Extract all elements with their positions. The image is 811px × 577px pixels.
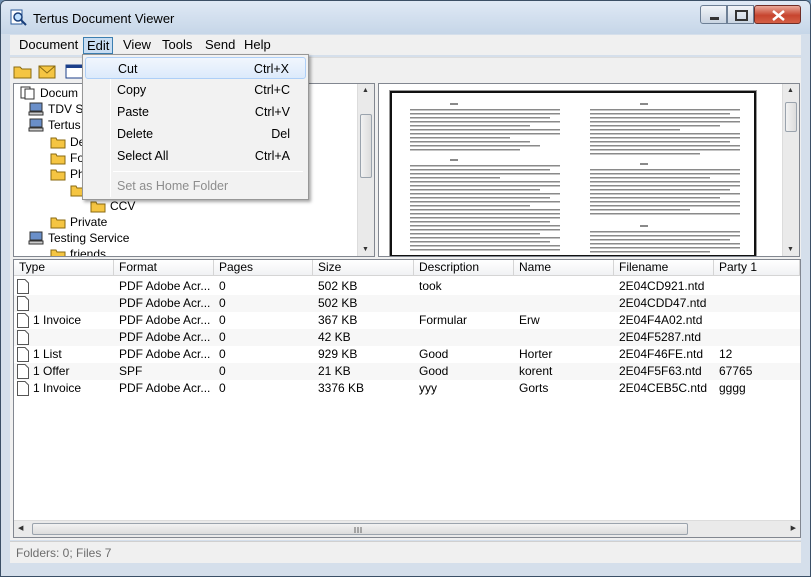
folder-icon xyxy=(50,137,66,149)
column-header-party1[interactable]: Party 1 xyxy=(714,260,800,276)
tree-item[interactable]: Private xyxy=(50,214,107,230)
tree-item[interactable]: De xyxy=(50,134,85,150)
tree-item[interactable]: TDV S xyxy=(28,101,83,117)
tree-item[interactable]: Docum xyxy=(20,85,78,101)
table-row[interactable]: 1 Invoice PDF Adobe Acr... 0 3376 KB yyy… xyxy=(14,380,800,397)
preview-scroll-thumb[interactable] xyxy=(785,102,797,132)
file-list-horizontal-scrollbar[interactable]: ◀ ▶ xyxy=(14,520,800,537)
folder-icon xyxy=(13,66,32,79)
scroll-right-icon[interactable]: ▶ xyxy=(791,524,796,532)
file-list-header: Type Format Pages Size Description Name … xyxy=(14,260,800,276)
file-list[interactable]: Type Format Pages Size Description Name … xyxy=(13,259,801,538)
tree-scroll-thumb[interactable] xyxy=(360,114,372,178)
title-bar[interactable]: Tertus Document Viewer xyxy=(1,1,810,34)
scroll-down-icon[interactable]: ▼ xyxy=(787,246,794,253)
tree-item[interactable]: Ph xyxy=(50,166,85,182)
folder-icon xyxy=(50,217,66,229)
folder-icon xyxy=(50,169,66,181)
minimize-button[interactable] xyxy=(700,5,727,24)
minimize-icon xyxy=(710,17,719,20)
tree-item[interactable]: Tertus xyxy=(28,117,81,133)
folder-icon xyxy=(50,153,66,165)
menu-help[interactable]: Help xyxy=(241,37,274,54)
tree-item[interactable]: CCV xyxy=(90,198,135,214)
scroll-up-icon[interactable]: ▲ xyxy=(787,87,794,94)
column-header-format[interactable]: Format xyxy=(114,260,214,276)
file-list-scroll-thumb[interactable] xyxy=(32,523,688,535)
menu-item-copy[interactable]: Copy Ctrl+C xyxy=(85,79,306,101)
envelope-icon xyxy=(38,65,56,79)
column-header-description[interactable]: Description xyxy=(414,260,514,276)
tree-item[interactable]: friends xyxy=(50,246,106,256)
menu-view[interactable]: View xyxy=(120,37,154,54)
menu-separator xyxy=(113,171,303,172)
app-window: Tertus Document Viewer Document Edit Vie… xyxy=(0,0,811,577)
maximize-icon xyxy=(735,10,748,21)
open-folder-button[interactable] xyxy=(12,61,34,81)
grip-icon xyxy=(354,527,362,533)
tree-vertical-scrollbar[interactable]: ▲ ▼ xyxy=(357,84,374,256)
document-stack-icon xyxy=(20,86,35,100)
table-row[interactable]: 1 Offer SPF 0 21 KB Good korent 2E04F5F6… xyxy=(14,363,800,380)
scroll-down-icon[interactable]: ▼ xyxy=(362,246,369,253)
preview-vertical-scrollbar[interactable]: ▲ ▼ xyxy=(782,84,799,256)
menu-send[interactable]: Send xyxy=(202,37,238,54)
edit-menu-dropdown: Cut Ctrl+X Copy Ctrl+C Paste Ctrl+V Dele… xyxy=(82,54,309,200)
document-page-thumbnail xyxy=(389,90,757,256)
column-header-pages[interactable]: Pages xyxy=(214,260,313,276)
folder-icon xyxy=(90,201,106,213)
status-bar: Folders: 0; Files 7 xyxy=(10,541,801,563)
close-button[interactable] xyxy=(754,5,801,24)
table-row[interactable]: 1 Invoice PDF Adobe Acr... 0 367 KB Form… xyxy=(14,312,800,329)
menu-item-select-all[interactable]: Select All Ctrl+A xyxy=(85,145,306,167)
menu-item-cut[interactable]: Cut Ctrl+X xyxy=(85,57,306,79)
table-row[interactable]: PDF Adobe Acr... 0 502 KB took 2E04CD921… xyxy=(14,278,800,295)
column-header-name[interactable]: Name xyxy=(514,260,614,276)
table-row[interactable]: 1 List PDF Adobe Acr... 0 929 KB Good Ho… xyxy=(14,346,800,363)
window-title: Tertus Document Viewer xyxy=(33,11,175,26)
menu-bar: Document Edit View Tools Send Help xyxy=(10,35,801,55)
menu-document[interactable]: Document xyxy=(16,37,81,54)
scroll-up-icon[interactable]: ▲ xyxy=(362,87,369,94)
menu-tools[interactable]: Tools xyxy=(159,37,195,54)
tree-item[interactable]: Testing Service xyxy=(28,230,129,246)
menu-edit[interactable]: Edit xyxy=(83,37,114,54)
menu-item-paste[interactable]: Paste Ctrl+V xyxy=(85,101,306,123)
column-header-size[interactable]: Size xyxy=(313,260,414,276)
maximize-button[interactable] xyxy=(727,5,754,24)
computer-icon xyxy=(28,231,44,245)
folder-icon xyxy=(50,249,66,256)
send-mail-button[interactable] xyxy=(36,61,58,81)
magnifier-document-icon xyxy=(10,9,27,26)
computer-icon xyxy=(28,118,44,132)
menu-item-delete[interactable]: Delete Del xyxy=(85,123,306,145)
menu-item-set-as-home-folder: Set as Home Folder xyxy=(117,179,229,193)
computer-icon xyxy=(28,102,44,116)
close-icon xyxy=(772,10,785,21)
column-header-filename[interactable]: Filename xyxy=(614,260,714,276)
document-text-lines xyxy=(410,103,740,253)
scroll-left-icon[interactable]: ◀ xyxy=(18,524,23,532)
table-row[interactable]: PDF Adobe Acr... 0 502 KB 2E04CDD47.ntd xyxy=(14,295,800,312)
document-preview[interactable]: ▲ ▼ xyxy=(378,83,800,257)
table-row[interactable]: PDF Adobe Acr... 0 42 KB 2E04F5287.ntd xyxy=(14,329,800,346)
status-text: Folders: 0; Files 7 xyxy=(16,546,112,560)
tree-item[interactable]: Fo xyxy=(50,150,84,166)
column-header-type[interactable]: Type xyxy=(14,260,114,276)
